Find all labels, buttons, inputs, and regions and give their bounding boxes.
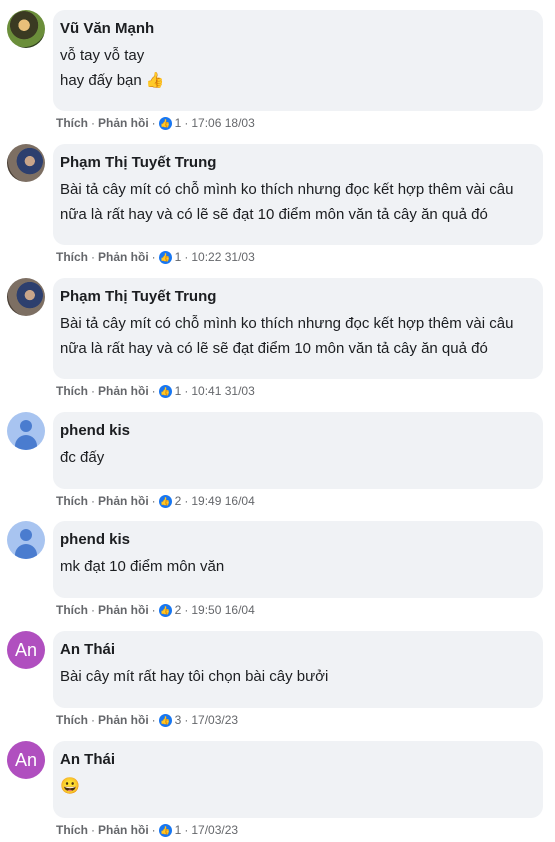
comment-author[interactable]: phend kis [60,421,536,441]
like-button[interactable]: Thích [56,823,88,837]
like-count[interactable]: 1 [175,250,182,264]
comment-time[interactable]: 10:22 31/03 [191,250,254,264]
avatar[interactable]: An [7,631,45,669]
comment-line: Bài cây mít rất hay tôi chọn bài cây bưở… [60,668,329,685]
like-icon: 👍 [158,250,172,264]
avatar-initials: An [14,639,38,660]
separator: · [91,713,95,727]
comment-author[interactable]: Phạm Thị Tuyết Trung [60,153,536,173]
comment-author[interactable]: Vũ Văn Mạnh [60,19,536,39]
comment-thread: Vũ Văn Mạnh vỗ tay vỗ tay hay đấy bạn 👍 … [0,0,555,842]
like-count[interactable]: 1 [175,384,182,398]
comment-author[interactable]: An Thái [60,750,536,770]
comment-bubble: phend kis mk đạt 10 điểm môn văn [53,521,543,598]
avatar-initials: An [14,749,38,770]
comment-line: nữa là rất hay và có lẽ sẽ đạt 10 điểm m… [60,206,488,223]
comment-bubble: An Thái Bài cây mít rất hay tôi chọn bài… [53,631,543,708]
separator: · [151,384,156,398]
like-button[interactable]: Thích [56,603,88,617]
comment-line: mk đạt 10 điểm môn văn [60,558,225,575]
comment-line: Bài tả cây mít có chỗ mình ko thích nhưn… [60,315,514,332]
like-count[interactable]: 3 [175,713,182,727]
comment-author[interactable]: Phạm Thị Tuyết Trung [60,287,536,307]
separator: · [184,494,189,508]
separator: · [184,384,189,398]
avatar[interactable] [7,10,45,48]
comment-author[interactable]: An Thái [60,640,536,660]
reply-button[interactable]: Phản hồi [98,250,149,264]
like-button[interactable]: Thích [56,384,88,398]
separator: · [184,713,189,727]
separator: · [151,603,156,617]
default-avatar-icon [20,420,32,432]
like-icon: 👍 [158,116,172,130]
comment-line: vỗ tay vỗ tay [60,47,145,64]
like-button[interactable]: Thích [56,494,88,508]
like-button[interactable]: Thích [56,250,88,264]
separator: · [151,823,156,837]
separator: · [184,603,189,617]
like-icon: 👍 [158,494,172,508]
avatar[interactable] [7,144,45,182]
separator: · [91,250,95,264]
comment-actions: Thích · Phản hồi · 👍 2 · 19:50 16/04 [56,603,255,617]
like-button[interactable]: Thích [56,116,88,130]
reply-button[interactable]: Phản hồi [98,713,149,727]
comment-time[interactable]: 10:41 31/03 [191,384,254,398]
separator: · [91,494,95,508]
separator: · [151,116,156,130]
separator: · [184,250,189,264]
like-count[interactable]: 2 [175,494,182,508]
comment-actions: Thích · Phản hồi · 👍 2 · 19:49 16/04 [56,494,255,508]
like-count[interactable]: 2 [175,603,182,617]
like-button[interactable]: Thích [56,713,88,727]
like-icon: 👍 [158,603,172,617]
comment-actions: Thích · Phản hồi · 👍 1 · 10:22 31/03 [56,250,255,264]
like-count[interactable]: 1 [175,823,182,837]
separator: · [184,823,189,837]
comment-author[interactable]: phend kis [60,530,536,550]
reply-button[interactable]: Phản hồi [98,823,149,837]
comment-actions: Thích · Phản hồi · 👍 1 · 10:41 31/03 [56,384,255,398]
reply-button[interactable]: Phản hồi [98,603,149,617]
comment-line: nữa là rất hay và có lẽ sẽ đạt điểm 10 m… [60,340,488,357]
avatar[interactable] [7,278,45,316]
comment-actions: Thích · Phản hồi · 👍 1 · 17/03/23 [56,823,238,837]
comment-time[interactable]: 17:06 18/03 [191,116,254,130]
comment-time[interactable]: 17/03/23 [191,713,238,727]
separator: · [184,116,189,130]
like-icon: 👍 [158,384,172,398]
comment-bubble: Vũ Văn Mạnh vỗ tay vỗ tay hay đấy bạn 👍 [53,10,543,111]
comment-bubble: phend kis đc đấy [53,412,543,489]
comment-line: Bài tả cây mít có chỗ mình ko thích nhưn… [60,181,514,198]
like-icon: 👍 [158,713,172,727]
separator: · [151,494,156,508]
comment-actions: Thích · Phản hồi · 👍 1 · 17:06 18/03 [56,116,255,130]
comment-actions: Thích · Phản hồi · 👍 3 · 17/03/23 [56,713,238,727]
separator: · [91,603,95,617]
reply-button[interactable]: Phản hồi [98,116,149,130]
avatar[interactable] [7,521,45,559]
comment-time[interactable]: 19:50 16/04 [191,603,254,617]
comment-time[interactable]: 17/03/23 [191,823,238,837]
comment-time[interactable]: 19:49 16/04 [191,494,254,508]
separator: · [91,116,95,130]
default-avatar-icon [20,529,32,541]
comment-bubble: Phạm Thị Tuyết Trung Bài tả cây mít có c… [53,278,543,379]
separator: · [91,384,95,398]
comment-bubble: Phạm Thị Tuyết Trung Bài tả cây mít có c… [53,144,543,245]
comment-bubble: An Thái 😀 [53,741,543,818]
like-count[interactable]: 1 [175,116,182,130]
like-icon: 👍 [158,823,172,837]
separator: · [151,713,156,727]
comment-line: đc đấy [60,449,105,466]
comment-emoji: 😀 [60,778,80,795]
reply-button[interactable]: Phản hồi [98,494,149,508]
comment-line: hay đấy bạn 👍 [60,72,165,89]
avatar[interactable] [7,412,45,450]
separator: · [91,823,95,837]
reply-button[interactable]: Phản hồi [98,384,149,398]
avatar[interactable]: An [7,741,45,779]
separator: · [151,250,156,264]
